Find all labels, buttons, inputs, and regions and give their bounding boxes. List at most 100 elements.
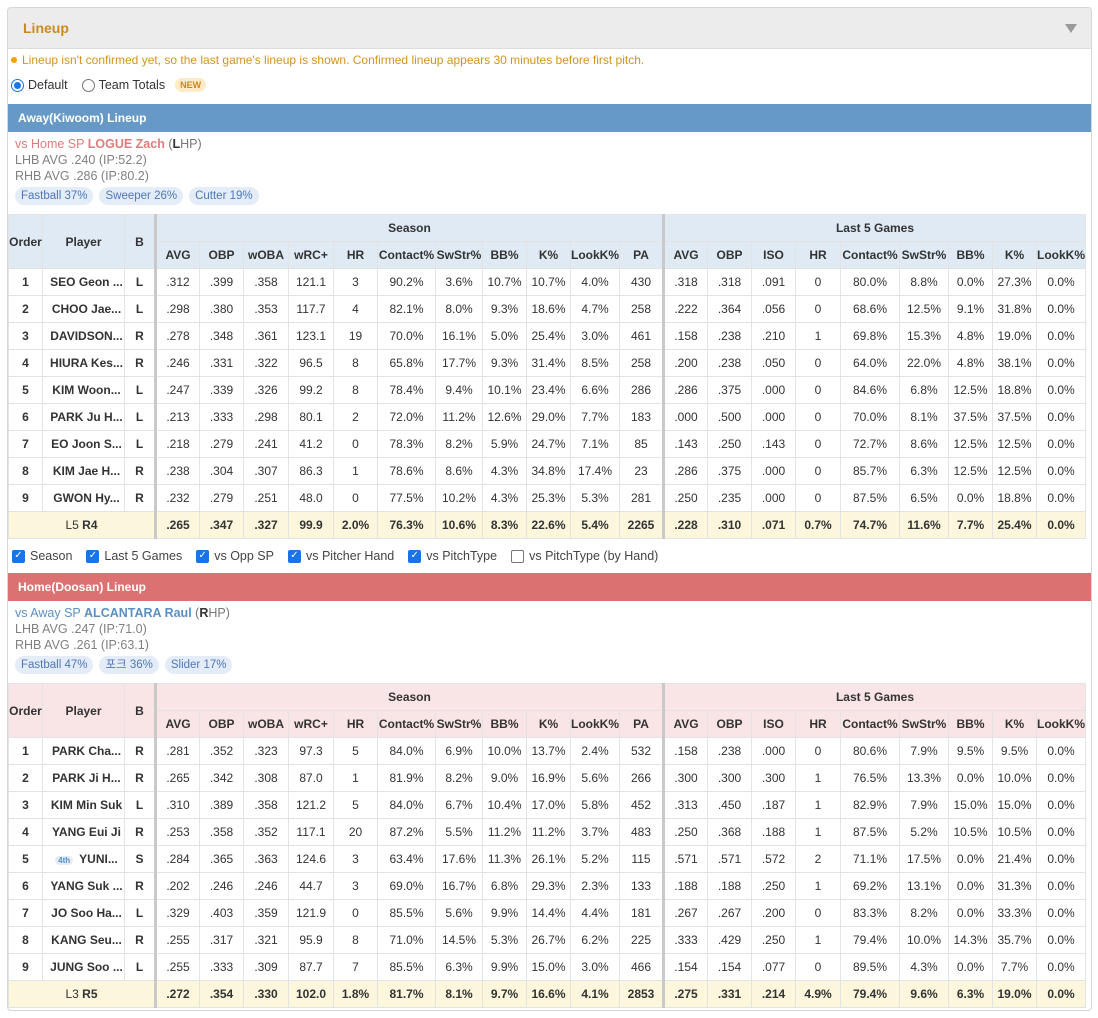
filter-label[interactable]: vs Pitcher Hand (306, 549, 394, 563)
season-col-header[interactable]: wRC+ (288, 710, 334, 738)
player-name[interactable]: JO Soo Ha... (42, 899, 125, 927)
player-name[interactable]: PARK Ji H... (42, 764, 125, 792)
filter-checkbox-item[interactable]: vs PitchType (by Hand) (511, 549, 658, 563)
filter-checkbox-item[interactable]: ✓ vs PitchType (408, 549, 497, 563)
filter-checkbox-item[interactable]: ✓ vs Pitcher Hand (287, 549, 394, 563)
season-col-header[interactable]: Contact% (377, 710, 436, 738)
radio-default[interactable]: Default (11, 78, 68, 92)
player-row[interactable]: 2 PARK Ji H... R .265.342.308 87.0 1 81.9% 8.2%… (8, 764, 1086, 792)
season-col-header[interactable]: wRC+ (288, 241, 334, 269)
season-col-header[interactable]: BB% (482, 241, 527, 269)
last5-col-header[interactable]: HR (795, 710, 841, 738)
player-row[interactable]: 9 GWON Hy... R .232.279.251 48.0 0 77.5% 10.2% 4… (8, 484, 1086, 512)
season-col-header[interactable]: BB% (482, 710, 527, 738)
player-name[interactable]: KIM Min Suk (42, 791, 125, 819)
last5-col-header[interactable]: LookK% (1036, 241, 1086, 269)
filter-checkbox-item[interactable]: ✓ Last 5 Games (86, 549, 182, 563)
player-name[interactable]: PARK Ju H... (42, 403, 125, 431)
col-order[interactable]: Order (8, 683, 43, 738)
col-bat[interactable]: B (124, 214, 156, 269)
player-name[interactable]: KIM Jae H... (42, 457, 125, 485)
player-name[interactable]: YUNI... (79, 852, 118, 866)
last5-col-header[interactable]: SwStr% (899, 241, 949, 269)
player-row[interactable]: 1 PARK Cha... R .281.352.323 97.3 5 84.0% 6.9% 1… (8, 737, 1086, 765)
season-col-header[interactable]: AVG (154, 241, 200, 269)
radio-default-label[interactable]: Default (28, 78, 68, 92)
radio-team-totals-circle[interactable] (81, 78, 95, 92)
col-bat[interactable]: B (124, 683, 156, 738)
season-col-header[interactable]: LookK% (570, 710, 620, 738)
player-row[interactable]: 6 PARK Ju H... L .213.333.298 80.1 2 72.0% 11.2… (8, 403, 1086, 431)
season-col-header[interactable]: SwStr% (435, 241, 483, 269)
season-col-header[interactable]: PA (619, 710, 664, 738)
player-row[interactable]: 3 DAVIDSON... R .278.348.361 123.1 19 70.0% 16.… (8, 322, 1086, 350)
radio-team-totals-label[interactable]: Team Totals (99, 78, 165, 92)
filter-label[interactable]: Season (30, 549, 72, 563)
last5-col-header[interactable]: AVG (662, 710, 708, 738)
filter-label[interactable]: vs Opp SP (214, 549, 274, 563)
away-sp-name[interactable]: LOGUE Zach (88, 137, 165, 151)
player-name[interactable]: DAVIDSON... (42, 322, 125, 350)
season-col-header[interactable]: OBP (199, 241, 244, 269)
radio-default-circle[interactable] (11, 78, 24, 92)
filter-checkbox-item[interactable]: ✓ vs Opp SP (196, 549, 274, 563)
home-sp-name[interactable]: ALCANTARA Raul (84, 606, 192, 620)
filter-checkbox-item[interactable]: ✓ Season (12, 549, 72, 563)
season-col-header[interactable]: K% (526, 241, 571, 269)
last5-col-header[interactable]: K% (992, 710, 1037, 738)
season-col-header[interactable]: HR (333, 710, 378, 738)
player-row[interactable]: 5 KIM Woon... L .247.339.326 99.2 8 78.4% 9.4% 1… (8, 376, 1086, 404)
last5-col-header[interactable]: ISO (751, 241, 796, 269)
player-row[interactable]: 6 YANG Suk ... R .202.246.246 44.7 3 69.0% 16.7… (8, 872, 1086, 900)
player-row[interactable]: 4 YANG Eui Ji R .253.358.352 117.1 20 87.2% 5.5… (8, 818, 1086, 846)
player-name[interactable]: CHOO Jae... (42, 295, 125, 323)
filter-label[interactable]: vs PitchType (by Hand) (529, 549, 658, 563)
player-row[interactable]: 9 JUNG Soo ... L .255.333.309 87.7 7 85.5% 6.3%… (8, 953, 1086, 981)
player-row[interactable]: 7 JO Soo Ha... L .329.403.359 121.9 0 85.5% 5.6… (8, 899, 1086, 927)
player-row[interactable]: 4 HIURA Kes... R .246.331.322 96.5 8 65.8% 17.7… (8, 349, 1086, 377)
filter-label[interactable]: vs PitchType (426, 549, 497, 563)
last5-col-header[interactable]: Contact% (840, 241, 900, 269)
checkbox-checked-icon[interactable]: ✓ (287, 549, 301, 563)
season-col-header[interactable]: Contact% (377, 241, 436, 269)
player-name[interactable]: EO Joon S... (42, 430, 125, 458)
season-col-header[interactable]: K% (526, 710, 571, 738)
season-col-header[interactable]: LookK% (570, 241, 620, 269)
player-row[interactable]: 5 4th YUNI... S .284.365.363 124.6 3 63.4% 17.6%… (8, 845, 1086, 873)
season-col-header[interactable]: wOBA (243, 710, 289, 738)
radio-team-totals[interactable]: Team Totals (81, 78, 165, 92)
player-name[interactable]: SEO Geon ... (42, 268, 125, 296)
last5-col-header[interactable]: LookK% (1036, 710, 1086, 738)
player-row[interactable]: 8 KIM Jae H... R .238.304.307 86.3 1 78.6% 8.6%… (8, 457, 1086, 485)
player-name[interactable]: PARK Cha... (42, 737, 125, 765)
col-player[interactable]: Player (42, 683, 125, 738)
player-name[interactable]: GWON Hy... (42, 484, 125, 512)
last5-col-header[interactable]: BB% (948, 241, 993, 269)
player-name[interactable]: HIURA Kes... (42, 349, 125, 377)
col-player[interactable]: Player (42, 214, 125, 269)
last5-col-header[interactable]: ISO (751, 710, 796, 738)
checkbox-checked-icon[interactable]: ✓ (196, 549, 210, 563)
last5-col-header[interactable]: OBP (707, 241, 752, 269)
player-row[interactable]: 7 EO Joon S... L .218.279.241 41.2 0 78.3% 8.2%… (8, 430, 1086, 458)
season-col-header[interactable]: wOBA (243, 241, 289, 269)
player-name[interactable]: KANG Seu... (42, 926, 125, 954)
checkbox-checked-icon[interactable]: ✓ (408, 549, 422, 563)
checkbox-unchecked-icon[interactable] (511, 549, 525, 563)
season-col-header[interactable]: HR (333, 241, 378, 269)
panel-header[interactable]: Lineup (8, 8, 1091, 49)
season-col-header[interactable]: OBP (199, 710, 244, 738)
player-name[interactable]: YANG Suk ... (42, 872, 125, 900)
player-row[interactable]: 3 KIM Min Suk L .310.389.358 121.2 5 84.0% 6.7%… (8, 791, 1086, 819)
player-name[interactable]: YANG Eui Ji (42, 818, 125, 846)
player-name-cell[interactable]: 4th YUNI... (42, 845, 125, 873)
last5-col-header[interactable]: AVG (662, 241, 708, 269)
season-col-header[interactable]: SwStr% (435, 710, 483, 738)
player-row[interactable]: 8 KANG Seu... R .255.317.321 95.9 8 71.0% 14.5%… (8, 926, 1086, 954)
last5-col-header[interactable]: HR (795, 241, 841, 269)
collapse-triangle-icon[interactable] (1065, 23, 1077, 33)
checkbox-checked-icon[interactable]: ✓ (12, 549, 25, 563)
last5-col-header[interactable]: BB% (948, 710, 993, 738)
season-col-header[interactable]: AVG (154, 710, 200, 738)
season-col-header[interactable]: PA (619, 241, 664, 269)
